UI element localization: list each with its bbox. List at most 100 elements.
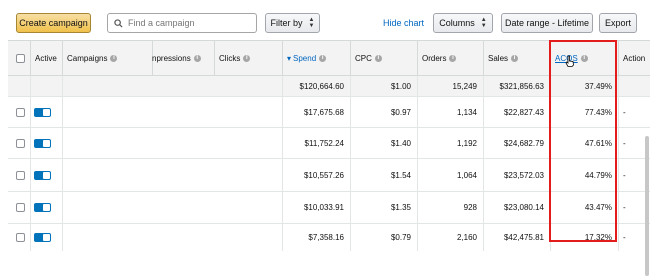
info-icon: i	[511, 54, 519, 62]
header-actions: Action	[618, 41, 650, 75]
sales-cell: $23,080.14	[503, 203, 544, 212]
active-toggle[interactable]	[34, 233, 51, 242]
table-row: $7,358.16 $0.79 2,160 $42,475.81 17.32% …	[8, 224, 650, 251]
orders-cell: 1,064	[456, 170, 477, 180]
header-clicks-label: Clicks	[219, 53, 241, 63]
search-icon	[114, 18, 123, 28]
info-icon: i	[580, 54, 588, 62]
cpc-cell: $0.79	[390, 233, 411, 242]
totals-row: $120,664.60 $1.00 15,249 $321,856.63 37.…	[8, 76, 650, 97]
cpc-cell: $1.40	[390, 138, 411, 148]
row-checkbox[interactable]	[15, 203, 25, 212]
acos-cell: 77.43%	[584, 107, 612, 117]
active-toggle[interactable]	[34, 138, 51, 148]
date-range-button[interactable]: Date range - Lifetime	[501, 13, 593, 33]
info-icon: i	[319, 54, 327, 62]
row-checkbox[interactable]	[15, 233, 25, 242]
action-cell: -	[623, 107, 626, 117]
create-campaign-button[interactable]: Create campaign	[16, 13, 91, 33]
header-active-label: Active	[35, 53, 57, 63]
info-icon: i	[449, 54, 457, 62]
export-button[interactable]: Export	[599, 13, 637, 33]
orders-cell: 928	[463, 203, 477, 212]
header-sales-label: Sales	[488, 53, 509, 63]
table-row: $17,675.68 $0.97 1,134 $22,827.43 77.43%…	[8, 97, 650, 128]
columns-label: Columns	[439, 18, 475, 28]
search-box[interactable]	[107, 13, 257, 33]
acos-cell: 17.32%	[584, 233, 612, 242]
cpc-cell: $0.97	[390, 107, 411, 117]
orders-cell: 2,160	[456, 233, 477, 242]
active-toggle-cell	[34, 159, 58, 191]
header-cpc-label: CPC	[355, 53, 372, 63]
vertical-scrollbar[interactable]	[645, 136, 649, 276]
filter-by-label: Filter by	[270, 18, 303, 28]
spend-cell: $11,752.24	[304, 138, 344, 148]
action-cell: -	[623, 138, 626, 148]
row-checkbox[interactable]	[15, 138, 25, 148]
header-actions-label: Action	[623, 53, 646, 63]
header-orders[interactable]: Orders i	[417, 41, 483, 75]
header-cpc[interactable]: CPC i	[350, 41, 417, 75]
header-clicks[interactable]: Clicks i	[214, 41, 282, 75]
columns-dropdown[interactable]: Columns ▲ ▼	[433, 13, 493, 33]
row-select-cell	[12, 224, 28, 251]
header-spend-label: Spend	[293, 53, 317, 63]
info-icon: i	[374, 54, 382, 62]
total-orders: 15,249	[452, 81, 477, 91]
row-select-cell	[12, 128, 28, 158]
sales-cell: $24,682.79	[503, 138, 544, 148]
acos-cell: 44.79%	[584, 170, 612, 180]
active-toggle[interactable]	[34, 170, 51, 180]
info-icon: i	[193, 54, 201, 62]
sort-caret-icon: ▲ ▼	[308, 17, 315, 29]
table-header: Active Campaigns i npressions i Clicks i…	[8, 41, 650, 76]
table-row: $11,752.24 $1.40 1,192 $24,682.79 47.61%…	[8, 128, 650, 159]
spend-cell: $17,675.68	[303, 107, 344, 117]
header-impressions-label: npressions	[152, 53, 191, 63]
info-icon: i	[243, 54, 251, 62]
row-select-cell	[12, 192, 28, 223]
info-icon: i	[110, 54, 118, 62]
acos-cell: 47.61%	[584, 138, 612, 148]
spend-cell: $7,358.16	[308, 233, 344, 242]
action-cell: -	[623, 203, 626, 212]
sort-caret-icon: ▲ ▼	[480, 17, 487, 29]
campaigns-table: Active Campaigns i npressions i Clicks i…	[8, 40, 650, 276]
header-acos[interactable]: ACOS i	[550, 41, 618, 75]
orders-cell: 1,134	[456, 107, 477, 117]
hide-chart-link[interactable]: Hide chart	[383, 18, 424, 28]
row-checkbox[interactable]	[15, 107, 25, 117]
cpc-cell: $1.35	[390, 203, 411, 212]
total-acos: 37.49%	[584, 81, 612, 91]
sales-cell: $42,475.81	[503, 233, 544, 242]
table-row: $10,557.26 $1.54 1,064 $23,572.03 44.79%…	[8, 159, 650, 192]
total-sales: $321,856.63	[499, 81, 545, 91]
header-spend[interactable]: ▾ Spend i	[282, 41, 350, 75]
select-all-checkbox[interactable]	[15, 53, 25, 63]
total-spend: $120,664.60	[299, 81, 345, 91]
header-orders-label: Orders	[422, 53, 447, 63]
active-toggle[interactable]	[34, 203, 51, 212]
acos-cell: 43.47%	[584, 203, 612, 212]
row-select-cell	[12, 159, 28, 191]
select-all-cell	[12, 41, 28, 75]
active-toggle-cell	[34, 97, 58, 127]
sales-cell: $23,572.03	[503, 170, 544, 180]
sort-desc-icon: ▾	[287, 53, 292, 63]
active-toggle[interactable]	[34, 107, 51, 117]
filter-by-dropdown[interactable]: Filter by ▲ ▼	[265, 13, 320, 33]
header-campaigns-label: Campaigns	[67, 53, 108, 63]
header-campaigns[interactable]: Campaigns i	[62, 41, 152, 75]
toolbar: Create campaign Filter by ▲▼ Hide chart …	[0, 0, 650, 40]
spend-cell: $10,033.91	[303, 203, 344, 212]
hand-pointer-icon	[565, 55, 574, 67]
action-cell: -	[623, 170, 626, 180]
sales-cell: $22,827.43	[503, 107, 544, 117]
search-input[interactable]	[128, 18, 248, 28]
orders-cell: 1,192	[456, 138, 477, 148]
header-impressions[interactable]: npressions i	[152, 41, 214, 75]
header-active[interactable]: Active	[30, 41, 62, 75]
row-checkbox[interactable]	[15, 170, 25, 180]
header-sales[interactable]: Sales i	[483, 41, 550, 75]
